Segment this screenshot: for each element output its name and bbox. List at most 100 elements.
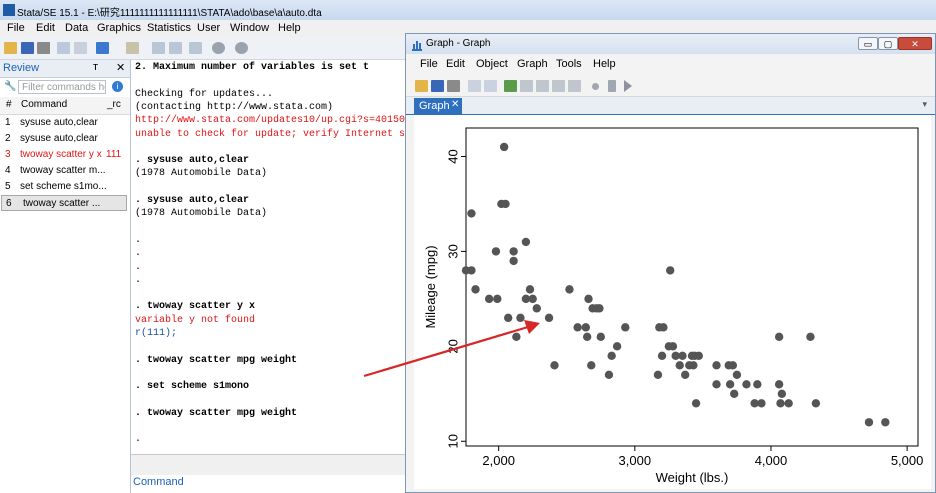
- results-panel[interactable]: 2. Maximum number of variables is set t C…: [131, 60, 405, 454]
- data-point: [607, 351, 616, 361]
- graph-print-icon[interactable]: [447, 80, 460, 92]
- data-browser-icon[interactable]: [169, 42, 182, 54]
- wrench-icon[interactable]: 🔧: [4, 81, 16, 92]
- column-rc[interactable]: _rc: [107, 99, 121, 110]
- data-point: [691, 399, 701, 408]
- graph-editor-icon[interactable]: [504, 80, 517, 92]
- graph-toolbar: [406, 75, 935, 97]
- data-editor-icon[interactable]: [152, 42, 165, 54]
- play-icon[interactable]: [624, 80, 632, 92]
- graph-menubar: File Edit Object Graph Tools Help: [406, 56, 935, 73]
- y-tick-label: 10: [445, 434, 460, 448]
- results-line: .: [135, 261, 142, 273]
- menu-help[interactable]: Help: [278, 22, 301, 34]
- add-text-icon[interactable]: [536, 80, 549, 92]
- graph-menu-object[interactable]: Object: [476, 58, 508, 70]
- filter-commands-input[interactable]: Filter commands he: [18, 80, 106, 94]
- row-command: twoway scatter m...: [20, 165, 106, 176]
- x-tick-label: 4,000: [755, 453, 788, 468]
- copy-icon[interactable]: [468, 80, 481, 92]
- graph-window-title: Graph - Graph: [426, 38, 491, 49]
- minimize-button[interactable]: ▭: [858, 37, 878, 50]
- main-toolbar: [0, 37, 405, 60]
- command-panel-label[interactable]: Command: [133, 476, 184, 488]
- results-line: r(111);: [135, 328, 178, 339]
- review-row[interactable]: 4 twoway scatter m...: [0, 163, 130, 179]
- more-icon[interactable]: [212, 42, 225, 54]
- maximize-button[interactable]: ▢: [878, 37, 898, 50]
- x-tick-label: 3,000: [619, 453, 652, 468]
- add-line-icon[interactable]: [552, 80, 565, 92]
- review-row[interactable]: 2 sysuse auto,clear: [0, 131, 130, 147]
- graph-save-icon[interactable]: [431, 80, 444, 92]
- results-line: .: [135, 234, 142, 246]
- data-point: [689, 361, 698, 370]
- column-command[interactable]: Command: [21, 99, 67, 110]
- data-point: [612, 342, 622, 351]
- do-file-editor-icon[interactable]: [126, 42, 139, 54]
- menu-user[interactable]: User: [197, 22, 220, 34]
- graph-menu-file[interactable]: File: [420, 58, 438, 70]
- results-line: (contacting http://www.stata.com): [135, 101, 334, 113]
- menu-graphics[interactable]: Graphics: [97, 22, 141, 34]
- menu-file[interactable]: File: [7, 22, 25, 34]
- tab-dropdown-icon[interactable]: ▾: [922, 99, 927, 110]
- graph-icon[interactable]: [96, 42, 109, 54]
- save-icon[interactable]: [21, 42, 34, 54]
- graph-menu-edit[interactable]: Edit: [446, 58, 465, 70]
- tab-graph[interactable]: Graph ✕: [414, 98, 462, 114]
- data-point: [725, 380, 735, 389]
- results-line: variable y not found: [135, 314, 256, 326]
- data-point: [544, 313, 554, 323]
- window-title: Stata/SE 15.1 - E:\研究1111111111111111\ST…: [17, 8, 322, 19]
- review-column-header: # Command _rc: [0, 97, 130, 115]
- data-point: [484, 294, 494, 304]
- menu-statistics[interactable]: Statistics: [147, 22, 191, 34]
- variables-manager-icon[interactable]: [189, 42, 202, 54]
- row-command: set scheme s1mo...: [20, 181, 107, 192]
- data-point: [730, 389, 739, 398]
- tab-close-icon[interactable]: ✕: [451, 99, 459, 110]
- rename-icon[interactable]: [484, 80, 497, 92]
- data-point: [753, 380, 762, 389]
- pause-icon[interactable]: [608, 80, 616, 92]
- close-button[interactable]: ✕: [898, 37, 932, 50]
- tab-label: Graph: [419, 100, 450, 112]
- add-marker-icon[interactable]: [568, 80, 581, 92]
- log-icon[interactable]: [57, 42, 70, 54]
- pointer-icon[interactable]: [520, 80, 533, 92]
- graph-menu-tools[interactable]: Tools: [556, 58, 582, 70]
- data-point: [666, 266, 675, 275]
- viewer-icon[interactable]: [74, 42, 87, 54]
- column-num[interactable]: #: [6, 99, 12, 110]
- results-line: Checking for updates...: [135, 88, 274, 100]
- data-point: [675, 361, 684, 370]
- results-line: . sysuse auto,clear: [135, 195, 250, 206]
- review-row-error[interactable]: 3 twoway scatter y x 111: [0, 147, 130, 163]
- info-icon[interactable]: i: [112, 81, 123, 92]
- review-row[interactable]: 1 sysuse auto,clear: [0, 115, 130, 131]
- row-command: twoway scatter ...: [23, 198, 101, 209]
- menu-window[interactable]: Window: [230, 22, 269, 34]
- graph-menu-graph[interactable]: Graph: [517, 58, 548, 70]
- pin-icon[interactable]: ᴛ: [93, 61, 98, 73]
- print-icon[interactable]: [37, 42, 50, 54]
- data-point: [595, 304, 604, 313]
- data-point: [467, 266, 476, 275]
- menu-data[interactable]: Data: [65, 22, 88, 34]
- data-point: [757, 399, 766, 408]
- graph-open-icon[interactable]: [415, 80, 428, 92]
- results-command-divider[interactable]: [131, 454, 405, 475]
- review-row-selected[interactable]: 6 twoway scatter ...: [1, 195, 127, 211]
- record-icon[interactable]: [592, 83, 599, 90]
- break-icon[interactable]: [235, 42, 248, 54]
- open-icon[interactable]: [4, 42, 17, 54]
- data-point: [491, 247, 501, 256]
- results-line: http://www.stata.com/updates10/up.cgi?s=…: [135, 115, 405, 127]
- results-line: . twoway scatter mpg weight: [135, 407, 298, 419]
- menu-edit[interactable]: Edit: [36, 22, 55, 34]
- graph-menu-help[interactable]: Help: [593, 58, 616, 70]
- data-point: [742, 380, 751, 389]
- close-icon[interactable]: ✕: [116, 61, 125, 74]
- review-row[interactable]: 5 set scheme s1mo...: [0, 179, 130, 195]
